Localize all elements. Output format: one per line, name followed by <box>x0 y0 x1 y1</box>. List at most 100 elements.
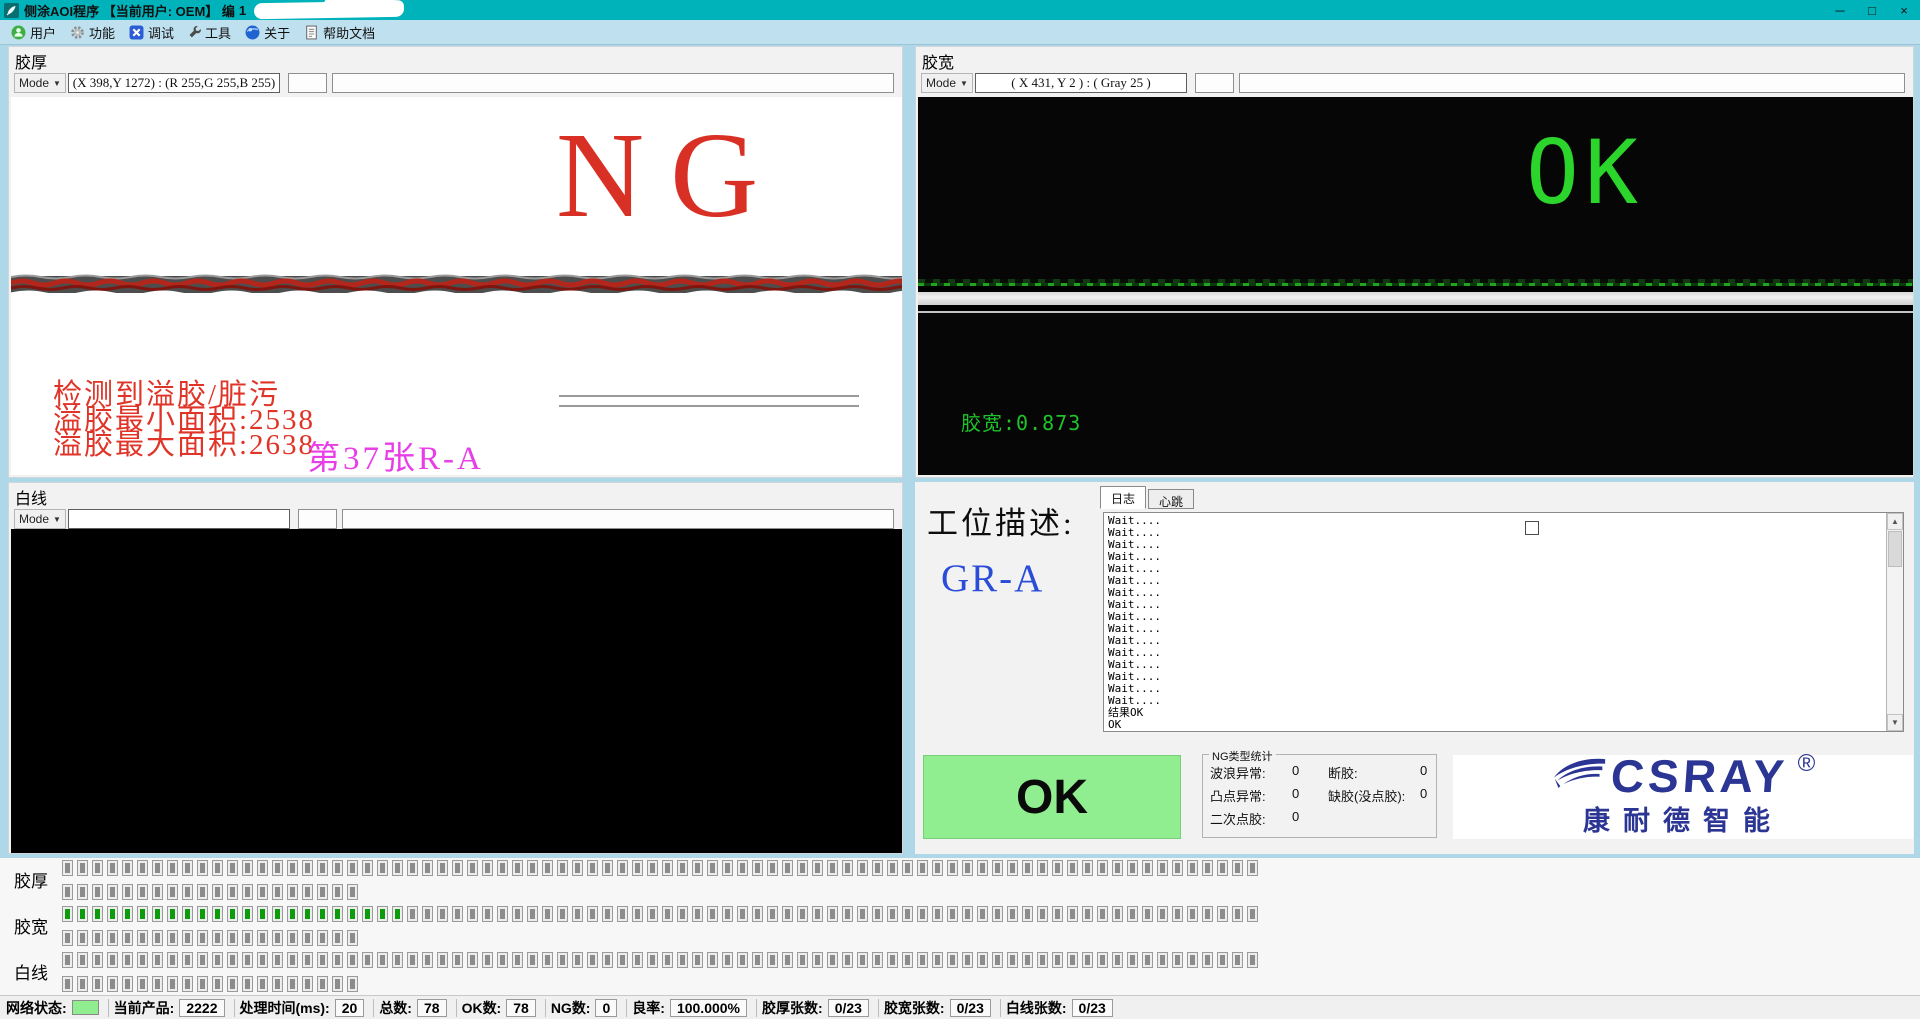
indicator-square <box>347 976 358 992</box>
glue-thickness-mode-dropdown[interactable]: Mode▼ <box>14 73 66 93</box>
indicator-square <box>62 930 73 946</box>
indicator-square <box>1202 952 1213 968</box>
indicator-square <box>857 860 868 876</box>
indicator-square <box>752 952 763 968</box>
status-field-value: 100.000% <box>670 999 747 1017</box>
chevron-down-icon: ▼ <box>53 79 61 88</box>
ng-stat-label: 断胶: <box>1328 763 1420 782</box>
status-field-value: 20 <box>335 999 365 1017</box>
indicator-square <box>62 976 73 992</box>
tab-heartbeat[interactable]: 心跳 <box>1148 489 1194 509</box>
menu-item-工具[interactable]: 工具 <box>183 21 240 44</box>
indicator-square <box>287 884 298 900</box>
indicator-square <box>242 860 253 876</box>
indicator-square <box>77 884 88 900</box>
indicator-square <box>272 930 283 946</box>
indicator-square <box>257 860 268 876</box>
indicator-square <box>302 952 313 968</box>
indicator-square <box>527 952 538 968</box>
indicator-square <box>1067 952 1078 968</box>
indicator-group-胶宽: 胶宽 <box>0 906 1920 950</box>
maximize-button[interactable]: □ <box>1856 0 1888 20</box>
indicator-square <box>1127 860 1138 876</box>
indicator-square <box>257 906 268 922</box>
indicator-square <box>932 906 943 922</box>
indicator-square <box>692 906 703 922</box>
scroll-up-icon[interactable]: ▲ <box>1887 513 1903 530</box>
log-checkbox[interactable] <box>1525 521 1539 535</box>
status-field-value: 78 <box>417 999 447 1017</box>
glue-thickness-image[interactable]: NG 检测到溢胶/脏污 溢胶最小面积:2538 溢胶最大面积:2638 第37张… <box>11 97 902 475</box>
ng-stat-value: 0 <box>1292 786 1328 805</box>
glue-width-long-field <box>1239 73 1905 93</box>
indicator-square <box>617 952 628 968</box>
scrollbar-thumb[interactable] <box>1888 531 1902 567</box>
log-tabs: 日志 心跳 <box>1100 486 1194 509</box>
tab-log[interactable]: 日志 <box>1100 486 1146 509</box>
indicator-square <box>722 860 733 876</box>
white-line-panel: 白线 Mode▼ <box>8 482 903 854</box>
indicator-square <box>587 906 598 922</box>
chevron-down-icon: ▼ <box>960 79 968 88</box>
indicator-row <box>62 952 1258 968</box>
white-line-toolbar: Mode▼ <box>9 507 902 531</box>
log-scrollbar[interactable]: ▲ ▼ <box>1886 513 1903 731</box>
indicator-square <box>1022 906 1033 922</box>
menu-item-调试[interactable]: 调试 <box>124 21 183 44</box>
station-description-label: 工位描述: <box>927 498 1075 543</box>
chevron-down-icon: ▼ <box>53 515 61 524</box>
indicator-square <box>1142 952 1153 968</box>
indicator-square <box>212 860 223 876</box>
indicator-square <box>287 906 298 922</box>
indicator-square <box>1052 860 1063 876</box>
indicator-square <box>617 860 628 876</box>
indicator-square <box>602 952 613 968</box>
menu-item-功能[interactable]: 功能 <box>65 21 124 44</box>
indicator-square <box>932 952 943 968</box>
indicator-square <box>512 952 523 968</box>
indicator-square <box>542 860 553 876</box>
indicator-square <box>167 860 178 876</box>
indicator-square <box>767 860 778 876</box>
minimize-button[interactable]: ─ <box>1824 0 1856 20</box>
defect-messages: 检测到溢胶/脏污 溢胶最小面积:2538 溢胶最大面积:2638 <box>53 383 315 458</box>
indicator-square <box>1052 952 1063 968</box>
status-field-label: 处理时间(ms): <box>240 998 330 1018</box>
indicator-square <box>527 906 538 922</box>
indicator-square <box>1157 906 1168 922</box>
indicator-square <box>92 860 103 876</box>
glue-width-image[interactable]: OK 胶宽:0.873 <box>918 97 1913 475</box>
indicator-square <box>227 884 238 900</box>
indicator-square <box>62 860 73 876</box>
menu-item-关于[interactable]: 关于 <box>240 21 299 44</box>
indicator-strips: 胶厚胶宽白线 <box>0 858 1920 995</box>
status-field-value: 2222 <box>179 999 224 1017</box>
close-button[interactable]: × <box>1888 0 1920 20</box>
indicator-square <box>137 976 148 992</box>
indicator-square <box>62 952 73 968</box>
menu-item-用户[interactable]: 用户 <box>6 21 65 44</box>
log-list[interactable]: Wait....Wait....Wait....Wait....Wait....… <box>1103 512 1904 732</box>
menu-item-帮助文档[interactable]: 帮助文档 <box>299 21 384 44</box>
indicator-square <box>1082 952 1093 968</box>
indicator-square <box>107 952 118 968</box>
indicator-square <box>722 952 733 968</box>
indicator-square <box>1202 860 1213 876</box>
indicator-square <box>137 906 148 922</box>
glue-width-mode-dropdown[interactable]: Mode▼ <box>921 73 973 93</box>
indicator-square <box>197 930 208 946</box>
glue-width-pixel-readout: ( X 431, Y 2 ) : ( Gray 25 ) <box>975 73 1187 93</box>
scroll-down-icon[interactable]: ▼ <box>1887 714 1903 731</box>
indicator-square <box>602 906 613 922</box>
indicator-square <box>1097 952 1108 968</box>
indicator-square <box>92 906 103 922</box>
indicator-square <box>197 952 208 968</box>
indicator-square <box>317 930 328 946</box>
white-line-mode-dropdown[interactable]: Mode▼ <box>14 509 66 529</box>
log-line: OK <box>1108 719 1161 731</box>
white-line-image[interactable] <box>11 529 902 853</box>
indicator-square <box>452 906 463 922</box>
defect-message-line: 溢胶最大面积:2638 <box>53 433 315 458</box>
indicator-square <box>1247 952 1258 968</box>
indicator-square <box>482 906 493 922</box>
